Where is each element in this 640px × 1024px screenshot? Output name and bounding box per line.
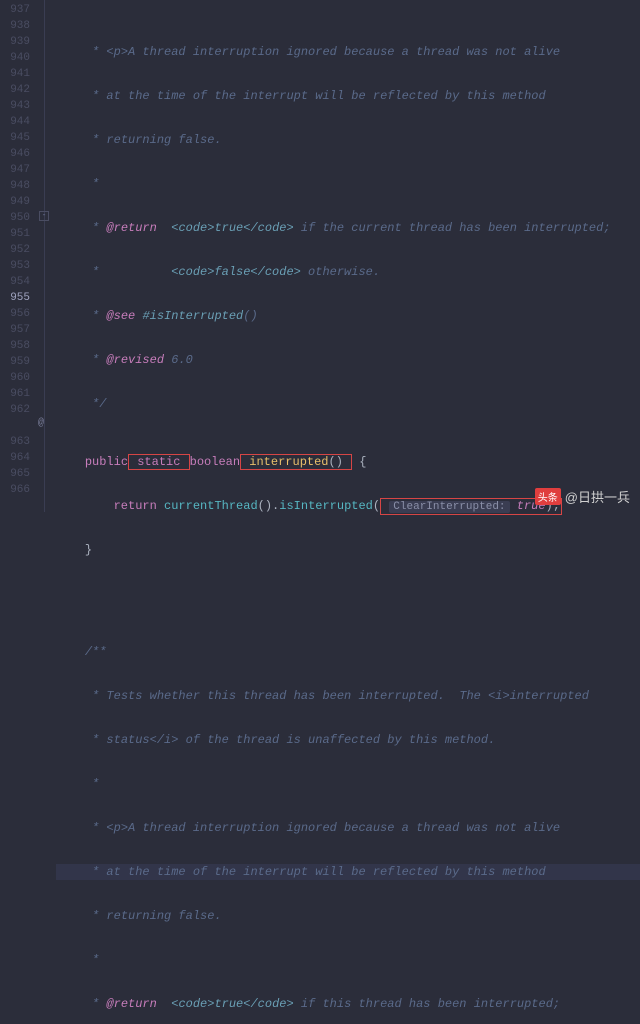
line-number: 947 xyxy=(4,162,30,178)
line-number-gutter: 9379389399409419429439449459469479489499… xyxy=(0,0,38,512)
parameter-hint: ClearInterrupted: xyxy=(389,501,509,513)
line-number: 958 xyxy=(4,338,30,354)
code-line: * xyxy=(56,776,640,792)
code-line: * @revised 6.0 xyxy=(56,352,640,368)
code-line: */ xyxy=(56,396,640,412)
code-line: public static boolean interrupted() { xyxy=(56,454,640,470)
line-number: 964 xyxy=(4,450,30,466)
line-number: 937 xyxy=(4,2,30,18)
code-line: * status</i> of the thread is unaffected… xyxy=(56,732,640,748)
line-number: 966 xyxy=(4,482,30,498)
code-line: * at the time of the interrupt will be r… xyxy=(56,88,640,104)
line-number: 957 xyxy=(4,322,30,338)
gutter-annotation-icon: @ xyxy=(38,418,44,429)
line-number: 962 xyxy=(4,402,30,418)
line-number: 963 xyxy=(4,434,30,450)
code-line: * xyxy=(56,176,640,192)
code-line: /** xyxy=(56,644,640,660)
line-number: 950 xyxy=(4,210,30,226)
highlight-box-red: interrupted() xyxy=(240,454,352,470)
line-number: 948 xyxy=(4,178,30,194)
line-number: 945 xyxy=(4,130,30,146)
line-number: 946 xyxy=(4,146,30,162)
line-number: 960 xyxy=(4,370,30,386)
line-number xyxy=(4,418,30,434)
code-line: * @see #isInterrupted() xyxy=(56,308,640,324)
code-editor[interactable]: 9379389399409419429439449459469479489499… xyxy=(0,0,640,512)
line-number: 956 xyxy=(4,306,30,322)
watermark-logo: 头条 xyxy=(535,488,561,505)
line-number: 938 xyxy=(4,18,30,34)
line-number: 943 xyxy=(4,98,30,114)
code-line: * <code>false</code> otherwise. xyxy=(56,264,640,280)
line-number: 940 xyxy=(4,50,30,66)
line-number: 965 xyxy=(4,466,30,482)
fold-column: - @ xyxy=(38,0,52,512)
code-line: * returning false. xyxy=(56,908,640,924)
code-line: * Tests whether this thread has been int… xyxy=(56,688,640,704)
line-number: 939 xyxy=(4,34,30,50)
code-line: * <p>A thread interruption ignored becau… xyxy=(56,820,640,836)
fold-marker[interactable]: - xyxy=(39,211,49,221)
code-area[interactable]: * <p>A thread interruption ignored becau… xyxy=(52,0,640,512)
code-line: * @return <code>true</code> if the curre… xyxy=(56,220,640,236)
code-line-current: * at the time of the interrupt will be r… xyxy=(56,864,640,880)
highlight-box-red: static xyxy=(128,454,190,470)
watermark-handle: @日拱一兵 xyxy=(565,487,630,506)
line-number: 944 xyxy=(4,114,30,130)
code-line: * @return <code>true</code> if this thre… xyxy=(56,996,640,1012)
line-number: 941 xyxy=(4,66,30,82)
line-number: 949 xyxy=(4,194,30,210)
code-line: * <p>A thread interruption ignored becau… xyxy=(56,44,640,60)
line-number: 959 xyxy=(4,354,30,370)
watermark: 头条 @日拱一兵 xyxy=(535,487,630,506)
line-number: 952 xyxy=(4,242,30,258)
line-number: 954 xyxy=(4,274,30,290)
line-number: 951 xyxy=(4,226,30,242)
line-number: 955 xyxy=(4,290,30,306)
code-line xyxy=(56,586,640,602)
code-line: } xyxy=(56,542,640,558)
line-number: 942 xyxy=(4,82,30,98)
code-line: * returning false. xyxy=(56,132,640,148)
line-number: 961 xyxy=(4,386,30,402)
code-line: * xyxy=(56,952,640,968)
line-number: 953 xyxy=(4,258,30,274)
